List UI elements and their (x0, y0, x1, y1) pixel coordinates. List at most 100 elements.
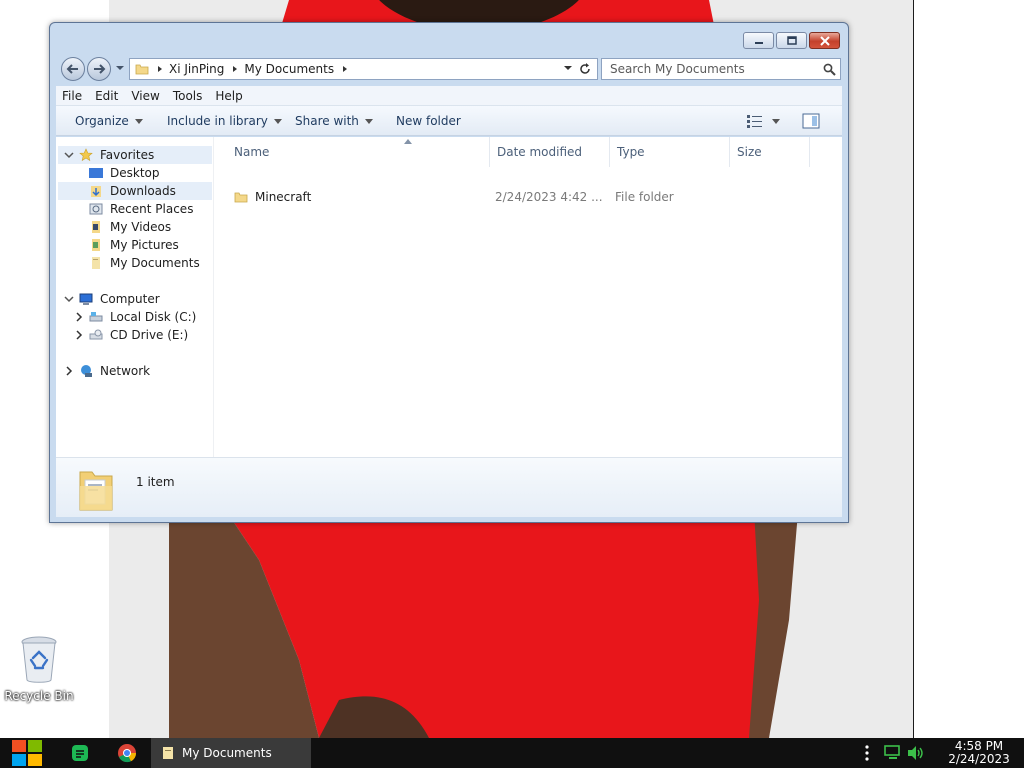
collapsed-chevron-icon[interactable] (75, 330, 83, 340)
content-area: Favorites Desktop Downloads Recent Place… (56, 137, 842, 457)
nav-favorites[interactable]: Favorites (64, 146, 154, 164)
command-bar: Organize Include in library Share with N… (56, 106, 842, 136)
nav-local-disk[interactable]: Local Disk (C:) (74, 308, 196, 326)
nav-computer-label: Computer (100, 292, 160, 306)
share-with-button[interactable]: Share with (295, 114, 373, 128)
document-icon (163, 747, 173, 759)
file-name: Minecraft (255, 190, 312, 204)
close-button[interactable] (809, 32, 840, 49)
collapsed-chevron-icon[interactable] (75, 312, 83, 322)
forward-button[interactable] (87, 57, 111, 81)
folder-icon (234, 192, 248, 203)
forward-arrow-icon (94, 64, 106, 74)
minimize-button[interactable] (743, 32, 774, 49)
star-icon (79, 148, 93, 162)
notes-app-icon[interactable] (70, 743, 90, 763)
more-options-icon[interactable] (864, 745, 870, 761)
breadcrumb-user[interactable]: Xi JinPing (169, 62, 224, 76)
computer-icon (79, 293, 93, 305)
nav-recent-places[interactable]: Recent Places (88, 200, 193, 218)
menu-bar: File Edit View Tools Help (56, 86, 842, 106)
column-header-date-modified[interactable]: Date modified (490, 137, 610, 167)
back-button[interactable] (61, 57, 85, 81)
view-options-icon[interactable] (746, 114, 764, 128)
menu-file[interactable]: File (56, 89, 87, 103)
navigation-pane: Favorites Desktop Downloads Recent Place… (56, 137, 214, 457)
hard-disk-icon (89, 312, 103, 322)
minimize-icon (754, 41, 763, 44)
column-header-size[interactable]: Size (730, 137, 810, 167)
collapsed-chevron-icon[interactable] (65, 366, 73, 376)
breadcrumb-separator-icon[interactable] (232, 65, 238, 73)
volume-icon[interactable] (907, 745, 925, 761)
nav-downloads[interactable]: Downloads (88, 182, 176, 200)
maximize-icon (786, 35, 797, 45)
column-header-type[interactable]: Type (610, 137, 730, 167)
new-folder-button[interactable]: New folder (396, 114, 461, 128)
start-button[interactable] (10, 738, 44, 768)
chevron-down-icon (273, 118, 282, 124)
details-pane: 1 item (56, 457, 842, 517)
recycle-bin-icon (21, 636, 57, 683)
preview-pane-icon[interactable] (802, 113, 820, 129)
nav-my-videos-label: My Videos (110, 220, 172, 234)
nav-computer[interactable]: Computer (64, 290, 160, 308)
address-bar[interactable]: Xi JinPing My Documents (129, 58, 598, 80)
breadcrumb-separator-icon[interactable] (157, 65, 163, 73)
pictures-icon (92, 239, 100, 251)
include-in-library-label: Include in library (167, 114, 268, 128)
network-status-icon[interactable] (884, 744, 902, 760)
downloads-folder-icon (91, 186, 101, 197)
refresh-icon[interactable] (577, 61, 593, 77)
search-input[interactable] (602, 62, 812, 76)
breadcrumb-separator-icon[interactable] (342, 65, 348, 73)
menu-edit[interactable]: Edit (90, 89, 123, 103)
menu-help[interactable]: Help (210, 89, 247, 103)
include-in-library-button[interactable]: Include in library (167, 114, 282, 128)
nav-desktop[interactable]: Desktop (88, 164, 160, 182)
taskbar-task-my-documents[interactable]: My Documents (151, 738, 311, 768)
search-box[interactable] (601, 58, 841, 80)
nav-downloads-label: Downloads (110, 184, 176, 198)
breadcrumb-current[interactable]: My Documents (244, 62, 334, 76)
nav-my-videos[interactable]: My Videos (88, 218, 171, 236)
clock[interactable]: 4:58 PM 2/24/2023 (936, 740, 1022, 766)
view-options-dropdown-icon[interactable] (772, 119, 780, 124)
close-icon (819, 35, 830, 46)
nav-desktop-label: Desktop (110, 166, 160, 180)
menu-tools[interactable]: Tools (168, 89, 208, 103)
recent-pages-dropdown-icon[interactable] (115, 65, 125, 71)
maximize-button[interactable] (776, 32, 807, 49)
organize-label: Organize (75, 114, 129, 128)
network-icon (81, 365, 92, 377)
expanded-chevron-icon[interactable] (64, 295, 74, 303)
nav-my-documents[interactable]: My Documents (88, 254, 200, 272)
folder-icon (135, 64, 149, 75)
nav-my-pictures[interactable]: My Pictures (88, 236, 179, 254)
chevron-down-icon (364, 118, 373, 124)
documents-icon (92, 257, 100, 269)
videos-icon (92, 221, 100, 233)
menu-view[interactable]: View (126, 89, 164, 103)
file-list: Name Date modified Type Size Minecraft 2… (226, 137, 842, 457)
organize-button[interactable]: Organize (75, 114, 143, 128)
nav-network[interactable]: Network (64, 362, 150, 380)
file-type: File folder (615, 190, 674, 204)
taskbar: My Documents 4:58 PM 2/24/2023 (0, 738, 1024, 768)
explorer-window: Xi JinPing My Documents File Edit View T… (49, 22, 849, 523)
search-icon[interactable] (823, 63, 836, 76)
file-row[interactable]: Minecraft 2/24/2023 4:42 ... File folder (232, 187, 812, 207)
nav-my-pictures-label: My Pictures (110, 238, 179, 252)
file-date-modified: 2/24/2023 4:42 ... (495, 190, 603, 204)
column-header-name[interactable]: Name (234, 137, 490, 167)
address-dropdown-icon[interactable] (563, 65, 573, 71)
expanded-chevron-icon[interactable] (64, 151, 74, 159)
nav-my-documents-label: My Documents (110, 256, 200, 270)
desktop-icon (89, 168, 103, 178)
chrome-icon[interactable] (117, 743, 137, 763)
desktop-background-right (913, 0, 1024, 738)
recycle-bin[interactable]: Recycle Bin (4, 636, 74, 703)
nav-cd-drive[interactable]: CD Drive (E:) (74, 326, 188, 344)
window-caption-buttons (743, 32, 840, 49)
share-with-label: Share with (295, 114, 359, 128)
